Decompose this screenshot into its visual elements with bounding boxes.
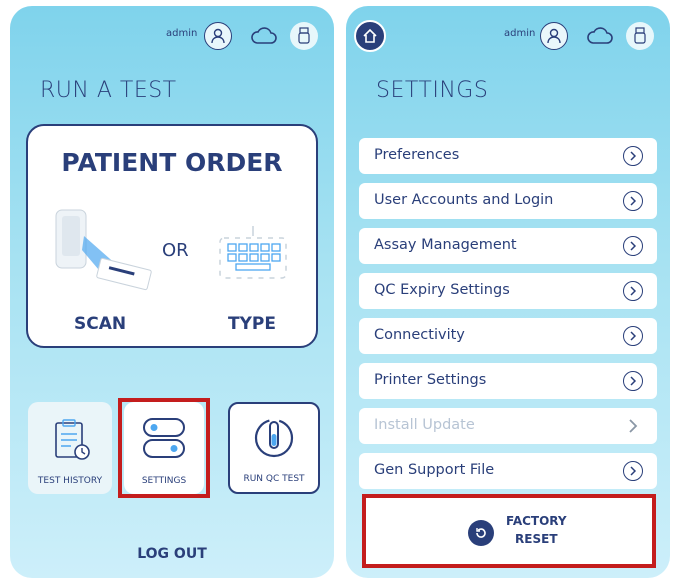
settings-item-printer[interactable]: Printer Settings [359, 363, 657, 399]
settings-item-user-accounts[interactable]: User Accounts and Login [359, 183, 657, 219]
page-title: RUN A TEST [40, 78, 177, 103]
home-icon[interactable] [354, 20, 386, 52]
user-name: admin [166, 28, 198, 39]
test-history-label: TEST HISTORY [37, 476, 103, 486]
chevron-right-icon [623, 146, 643, 166]
settings-item-install-update: Install Update [359, 408, 657, 444]
cloud-icon[interactable] [586, 22, 614, 50]
settings-item-qc-expiry[interactable]: QC Expiry Settings [359, 273, 657, 309]
settings-item-label: User Accounts and Login [374, 192, 554, 208]
factory-reset-highlight-box [362, 494, 656, 568]
scan-label[interactable]: SCAN [74, 314, 126, 334]
or-separator: OR [162, 240, 189, 261]
run-qc-test-tile[interactable]: RUN QC TEST [228, 402, 320, 494]
settings-item-label: Install Update [374, 417, 475, 433]
chevron-right-icon [623, 461, 643, 481]
usb-icon[interactable] [626, 22, 654, 50]
settings-item-label: Gen Support File [374, 462, 495, 478]
settings-highlight-box [118, 398, 210, 498]
chevron-right-icon [623, 236, 643, 256]
test-history-tile[interactable]: TEST HISTORY [28, 402, 112, 494]
page-title: SETTINGS [376, 78, 489, 103]
settings-item-gen-support-file[interactable]: Gen Support File [359, 453, 657, 489]
chevron-right-icon [623, 281, 643, 301]
settings-item-assay-management[interactable]: Assay Management [359, 228, 657, 264]
settings-screen: admin SETTINGS Preferences User Accounts… [346, 6, 670, 578]
cloud-icon[interactable] [250, 22, 278, 50]
settings-item-connectivity[interactable]: Connectivity [359, 318, 657, 354]
chevron-right-icon [623, 371, 643, 391]
keyboard-icon[interactable] [216, 222, 290, 284]
user-settings-icon[interactable] [540, 22, 568, 50]
settings-item-label: Printer Settings [374, 372, 487, 388]
type-label[interactable]: TYPE [228, 314, 276, 334]
settings-item-label: QC Expiry Settings [374, 282, 510, 298]
test-tube-icon [254, 418, 294, 458]
user-settings-icon[interactable] [204, 22, 232, 50]
run-test-screen: admin RUN A TEST PATIENT ORDER OR SCAN T… [10, 6, 334, 578]
patient-order-card[interactable]: PATIENT ORDER OR SCAN TYPE [26, 124, 318, 348]
settings-item-label: Assay Management [374, 237, 517, 253]
chevron-right-icon [623, 326, 643, 346]
settings-item-label: Preferences [374, 147, 460, 163]
scanner-icon[interactable] [54, 206, 154, 296]
clipboard-clock-icon [55, 419, 90, 460]
usb-icon[interactable] [290, 22, 318, 50]
patient-order-title: PATIENT ORDER [61, 148, 283, 177]
settings-item-preferences[interactable]: Preferences [359, 138, 657, 174]
user-name: admin [504, 28, 536, 39]
run-qc-test-label: RUN QC TEST [243, 474, 305, 484]
settings-item-label: Connectivity [374, 327, 465, 343]
logout-button[interactable]: LOG OUT [10, 546, 334, 562]
chevron-right-icon [623, 191, 643, 211]
chevron-right-icon [623, 416, 643, 436]
